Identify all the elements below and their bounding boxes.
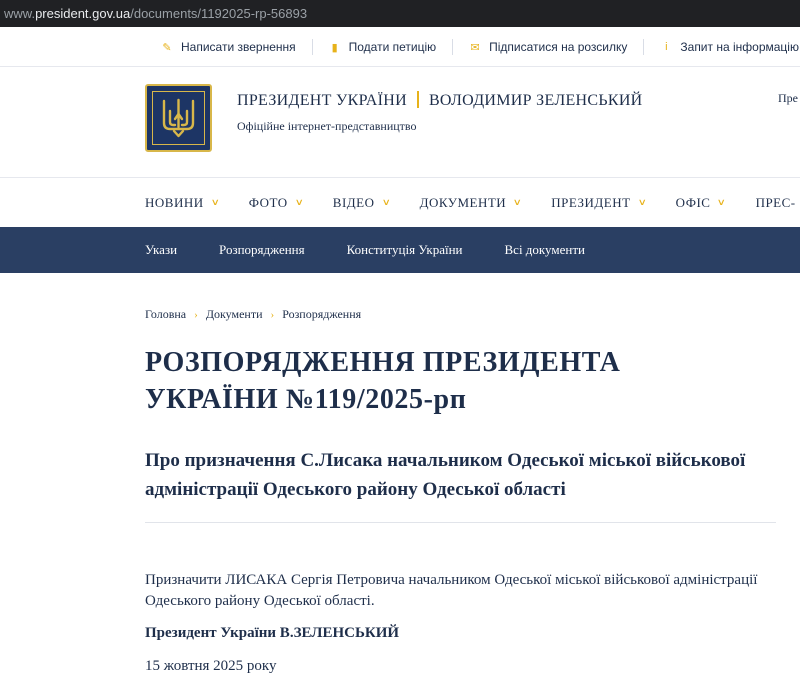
breadcrumb-documents[interactable]: Документи <box>206 307 263 322</box>
site-header: ПРЕЗИДЕНТ УКРАЇНИ ВОЛОДИМИР ЗЕЛЕНСЬКИЙ Оф… <box>0 67 800 178</box>
document-subtitle: Про призначення С.Лисака начальником Оде… <box>145 450 746 500</box>
documents-subnav: Укази Розпорядження Конституція України … <box>0 227 800 273</box>
utility-bar: ✎ Написати звернення ▮ Подати петицію ✉ … <box>0 27 800 67</box>
chevron-down-icon: ∨ <box>210 197 221 207</box>
main-navigation: НОВИНИ ∨ ФОТО ∨ ВІДЕО ∨ ДОКУМЕНТИ ∨ ПРЕЗИДЕН… <box>0 178 800 227</box>
brand-separator <box>416 91 419 108</box>
nav-president-label: ПРЕЗИДЕНТ <box>551 194 631 210</box>
info-icon: i <box>665 41 668 53</box>
chevron-down-icon: ∨ <box>381 197 392 207</box>
nav-press[interactable]: ПРЕС- <box>756 195 796 211</box>
chevron-down-icon: ∨ <box>512 197 523 207</box>
envelope-icon: ✉ <box>470 41 480 54</box>
subnav-decrees[interactable]: Укази <box>145 242 177 258</box>
subnav-all-documents[interactable]: Всі документи <box>505 242 585 258</box>
nav-documents-label: ДОКУМЕНТИ <box>419 194 507 210</box>
coat-of-arms-logo[interactable] <box>145 84 212 152</box>
info-request-link[interactable]: i Запит на інформацію <box>643 39 800 55</box>
url-prefix: www. <box>4 6 36 21</box>
brand-title: ПРЕЗИДЕНТ УКРАЇНИ <box>237 92 407 109</box>
document-date: 15 жовтня 2025 року <box>145 658 277 674</box>
chevron-down-icon: ∨ <box>717 197 727 207</box>
nav-documents[interactable]: ДОКУМЕНТИ ∨ <box>420 195 522 211</box>
subscribe-link[interactable]: ✉ Підписатися на розсилку <box>452 39 643 55</box>
nav-video-label: ВІДЕО <box>332 194 375 210</box>
nav-president[interactable]: ПРЕЗИДЕНТ ∨ <box>551 194 648 211</box>
brand-subtitle: Офіційне інтернет-представництво <box>237 119 417 133</box>
nav-photo-label: ФОТО <box>248 194 288 210</box>
breadcrumb-home[interactable]: Головна <box>145 307 186 322</box>
site-brand[interactable]: ПРЕЗИДЕНТ УКРАЇНИ ВОЛОДИМИР ЗЕЛЕНСЬКИЙ <box>237 91 643 110</box>
chevron-right-icon: › <box>194 308 198 321</box>
pencil-icon: ✎ <box>162 41 172 54</box>
breadcrumb: Головна › Документи › Розпорядження <box>145 307 361 322</box>
document-icon: ▮ <box>331 41 338 54</box>
write-appeal-link[interactable]: ✎ Написати звернення <box>145 39 312 55</box>
subscribe-label: Підписатися на розсилку <box>489 40 628 54</box>
nav-press-label: ПРЕС- <box>755 194 796 210</box>
document-body: Призначити ЛИСАКА Сергія Петровича начал… <box>145 572 758 609</box>
submit-petition-link[interactable]: ▮ Подати петицію <box>311 39 453 55</box>
info-request-label: Запит на інформацію <box>680 40 799 54</box>
browser-address-bar[interactable]: www. president.gov.ua/documents/1192025-r… <box>0 0 800 27</box>
write-appeal-label: Написати звернення <box>181 40 296 54</box>
nav-photo[interactable]: ФОТО ∨ <box>248 194 305 211</box>
url-host: president.gov.ua <box>35 6 131 21</box>
chevron-down-icon: ∨ <box>637 197 648 207</box>
nav-news[interactable]: НОВИНИ ∨ <box>145 195 219 211</box>
chevron-down-icon: ∨ <box>294 197 305 207</box>
subnav-constitution[interactable]: Конституція України <box>347 242 463 258</box>
nav-office[interactable]: ОФІС ∨ <box>675 194 727 211</box>
president-name: ВОЛОДИМИР ЗЕЛЕНСЬКИЙ <box>428 92 643 109</box>
page-title: РОЗПОРЯДЖЕННЯ ПРЕЗИДЕНТА УКРАЇНИ №119/20… <box>145 347 621 415</box>
document-signature: Президент України В.ЗЕЛЕНСЬКИЙ <box>145 625 400 641</box>
nav-video[interactable]: ВІДЕО ∨ <box>332 194 392 211</box>
nav-news-label: НОВИНИ <box>145 194 204 210</box>
trident-icon <box>162 98 195 138</box>
submit-petition-label: Подати петицію <box>348 40 437 54</box>
url-path: /documents/1192025-rp-56893 <box>130 6 308 21</box>
nav-office-label: ОФІС <box>675 194 711 210</box>
header-right-link[interactable]: Пре <box>778 91 798 106</box>
content-divider <box>145 522 776 523</box>
chevron-right-icon: › <box>270 308 275 321</box>
subnav-orders[interactable]: Розпорядження <box>219 242 305 258</box>
breadcrumb-current: Розпорядження <box>282 307 362 321</box>
